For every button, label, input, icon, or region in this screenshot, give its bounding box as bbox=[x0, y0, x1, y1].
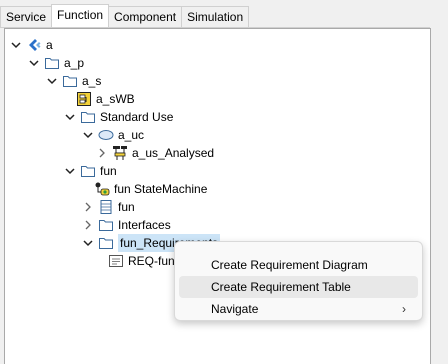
tab-bar: Service Function Component Simulation bbox=[0, 0, 448, 30]
tree-node-label: a_us_Analysed bbox=[132, 146, 215, 160]
tree-node-label: fun bbox=[118, 200, 135, 214]
folder-icon bbox=[80, 109, 96, 125]
tree-node-label: a_uc bbox=[118, 128, 145, 142]
tree-node-a-swb[interactable]: a_sWB bbox=[76, 90, 135, 108]
chevron-down-icon[interactable] bbox=[28, 57, 40, 69]
tree-node-label: a_sWB bbox=[96, 92, 135, 106]
tree-node-standard-use[interactable]: Standard Use bbox=[64, 108, 173, 126]
tree-node-a-s[interactable]: a_s bbox=[46, 72, 101, 90]
tree-node-label: a_p bbox=[64, 56, 85, 70]
context-menu: Create Requirement Diagram Create Requir… bbox=[174, 241, 423, 321]
folder-icon bbox=[80, 163, 96, 179]
menu-item-label: Navigate bbox=[211, 302, 259, 316]
tree-node-label: a bbox=[46, 38, 53, 52]
tree-node-label: fun bbox=[100, 164, 117, 178]
tree-node-a-us-analysed[interactable]: a_us_Analysed bbox=[96, 144, 214, 162]
tree-node-label: REQ-fun bbox=[128, 254, 175, 268]
block-icon bbox=[98, 199, 114, 215]
package-icon bbox=[26, 37, 42, 53]
tree-node-a-uc[interactable]: a_uc bbox=[82, 126, 144, 144]
menu-item-navigate[interactable]: Navigate › bbox=[179, 298, 418, 320]
workbench-icon bbox=[76, 91, 92, 107]
activity-diagram-icon bbox=[112, 145, 128, 161]
tree-node-label: Interfaces bbox=[118, 218, 171, 232]
menu-item-create-requirement-diagram[interactable]: Create Requirement Diagram bbox=[179, 254, 418, 276]
tab-component[interactable]: Component bbox=[108, 6, 183, 27]
state-machine-icon bbox=[94, 181, 110, 197]
chevron-right-icon[interactable] bbox=[96, 147, 108, 159]
folder-icon bbox=[98, 235, 114, 251]
chevron-down-icon[interactable] bbox=[82, 129, 94, 141]
chevron-right-icon[interactable] bbox=[82, 219, 94, 231]
tree-node-a-p[interactable]: a_p bbox=[28, 54, 84, 72]
submenu-arrow-icon: › bbox=[402, 302, 406, 316]
tab-simulation[interactable]: Simulation bbox=[181, 6, 250, 27]
menu-item-label: Create Requirement Table bbox=[211, 280, 351, 294]
tree-node-label: a_s bbox=[82, 74, 102, 88]
chevron-down-icon[interactable] bbox=[82, 237, 94, 249]
folder-icon bbox=[98, 217, 114, 233]
tree-node-label: Standard Use bbox=[100, 110, 174, 124]
tab-function[interactable]: Function bbox=[51, 4, 110, 27]
folder-icon bbox=[44, 55, 60, 71]
tree-node-fun-statemachine[interactable]: fun StateMachine bbox=[94, 180, 207, 198]
chevron-down-icon[interactable] bbox=[10, 39, 22, 51]
tree-node-a[interactable]: a bbox=[10, 36, 53, 54]
tree-node-interfaces[interactable]: Interfaces bbox=[82, 216, 171, 234]
tab-service[interactable]: Service bbox=[0, 6, 53, 27]
chevron-down-icon[interactable] bbox=[46, 75, 58, 87]
tree-node-req-fun[interactable]: REQ-fun bbox=[108, 252, 175, 270]
chevron-down-icon[interactable] bbox=[64, 111, 76, 123]
menu-item-label: Create Requirement Diagram bbox=[211, 258, 368, 272]
tree-node-fun[interactable]: fun bbox=[82, 198, 135, 216]
tree-node-fun-folder[interactable]: fun bbox=[64, 162, 117, 180]
chevron-right-icon[interactable] bbox=[82, 201, 94, 213]
menu-item-create-requirement-table[interactable]: Create Requirement Table bbox=[179, 276, 418, 298]
use-case-icon bbox=[98, 127, 114, 143]
tree-node-label: fun StateMachine bbox=[114, 182, 208, 196]
folder-icon bbox=[62, 73, 78, 89]
requirement-icon bbox=[108, 253, 124, 269]
chevron-down-icon[interactable] bbox=[64, 165, 76, 177]
